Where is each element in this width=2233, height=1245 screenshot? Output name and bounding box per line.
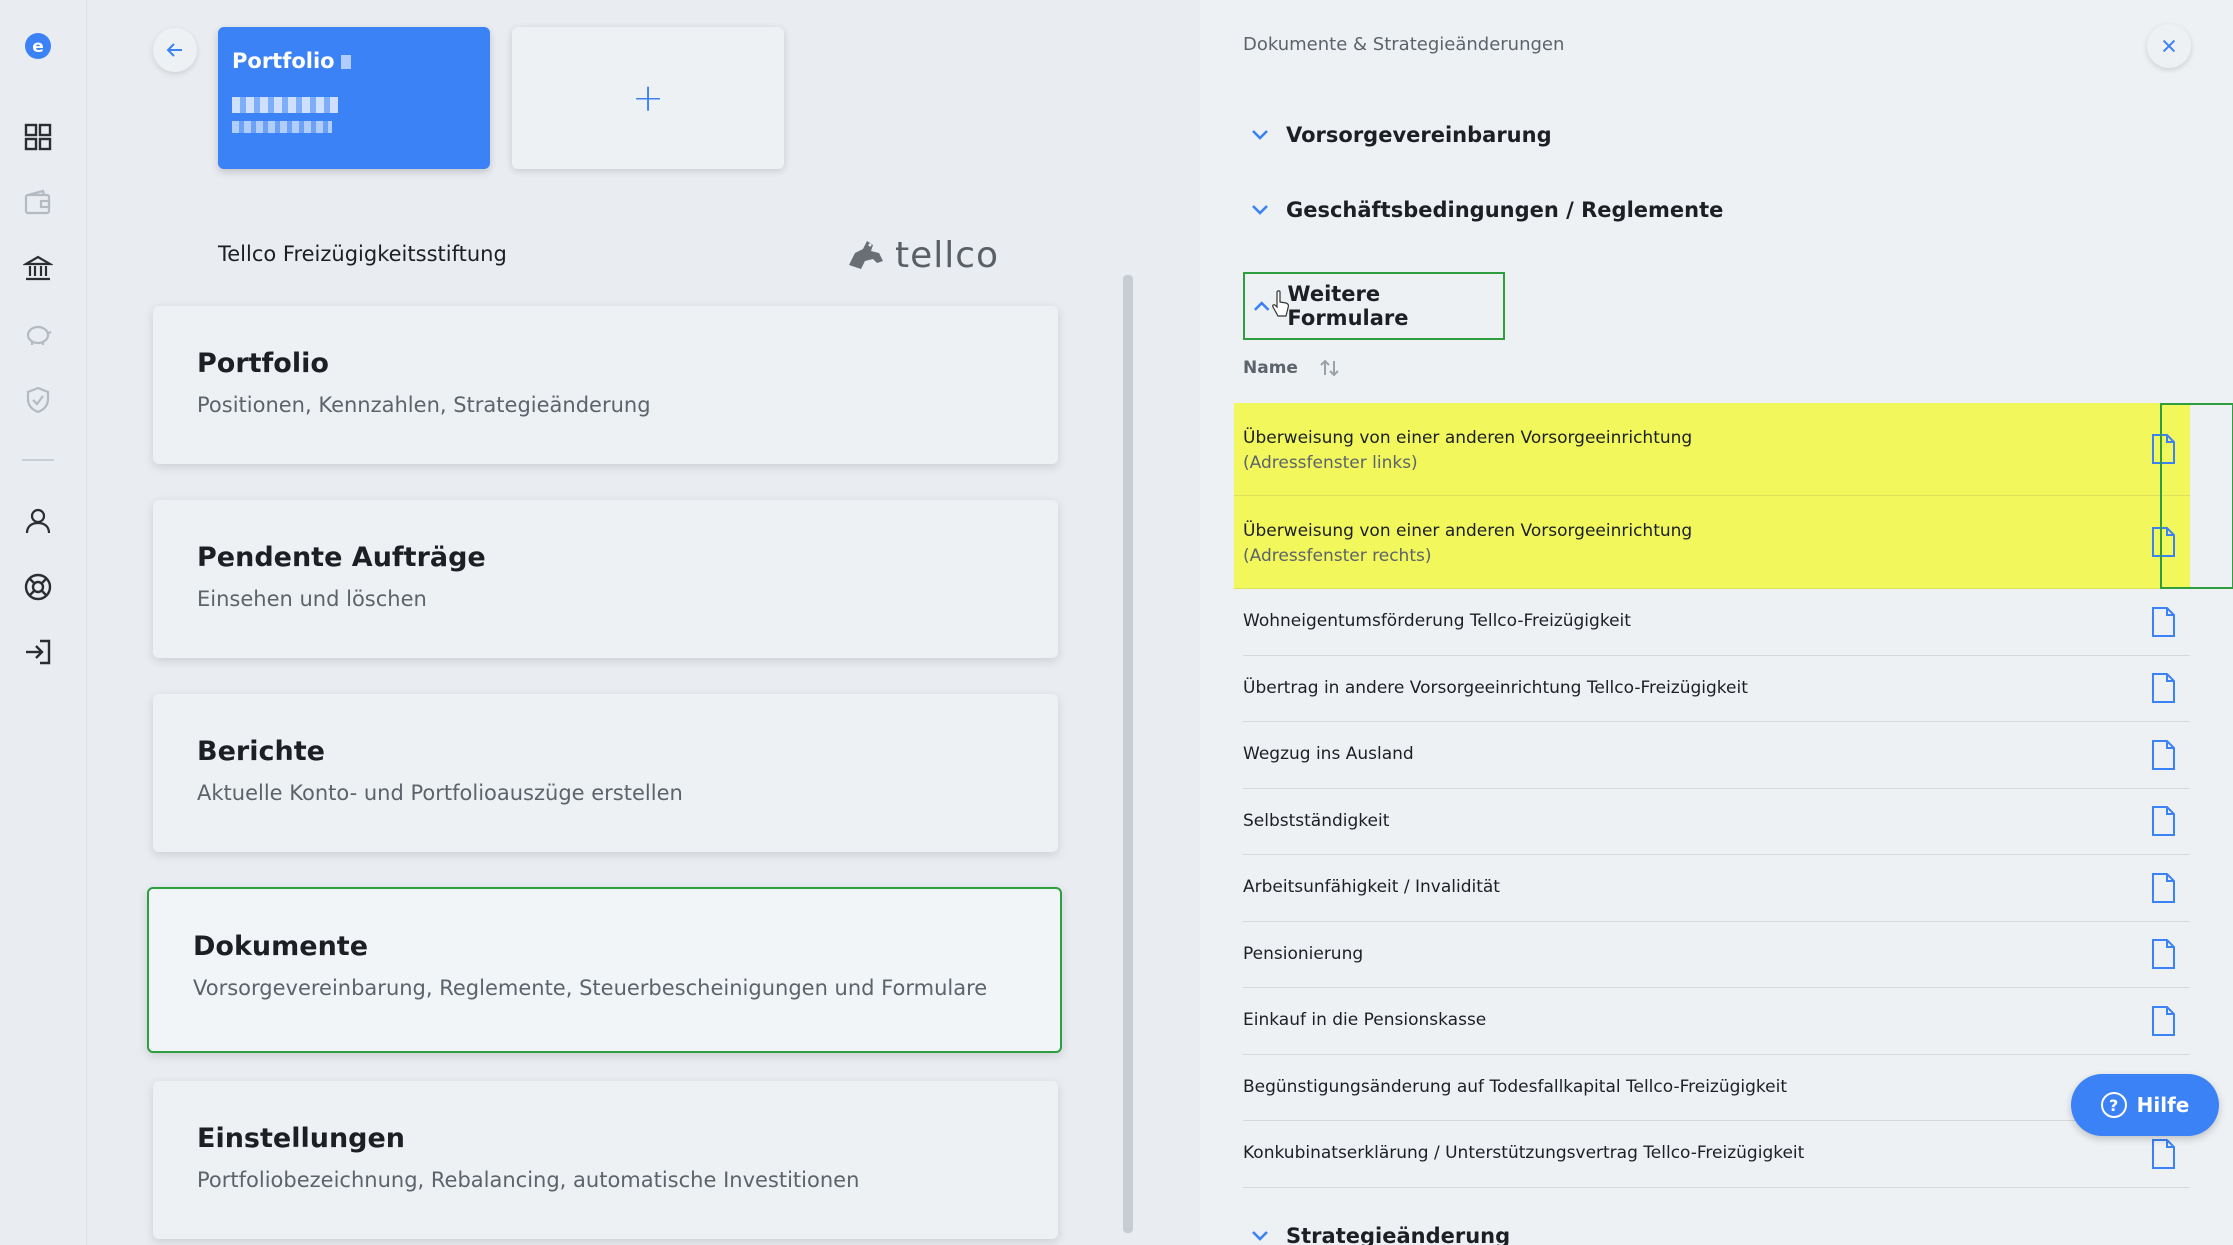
help-label: Hilfe xyxy=(2136,1093,2190,1117)
document-icon[interactable] xyxy=(2148,1005,2178,1037)
nav-rail: e xyxy=(0,0,87,1245)
document-title: Übertrag in andere Vorsorgeeinrichtung T… xyxy=(1243,677,1748,698)
document-title: Selbstständigkeit xyxy=(1243,810,1390,831)
shield-check-icon[interactable] xyxy=(18,380,58,420)
back-button[interactable] xyxy=(153,28,197,72)
plus-icon: + xyxy=(632,76,664,120)
chevron-down-icon xyxy=(1252,1231,1268,1241)
document-icon[interactable] xyxy=(2148,1138,2178,1170)
document-title: Wohneigentumsförderung Tellco-Freizügigk… xyxy=(1243,611,1631,632)
redacted-balance xyxy=(232,97,338,113)
document-icon[interactable] xyxy=(2148,672,2178,704)
lifebuoy-icon[interactable] xyxy=(18,567,58,607)
document-title: Konkubinatserklärung / Unterstützungsver… xyxy=(1243,1143,1805,1164)
sort-header-name[interactable]: Name xyxy=(1243,356,1342,380)
close-button[interactable] xyxy=(2147,24,2191,68)
portfolio-card[interactable]: Portfolio xyxy=(218,27,490,169)
chevron-down-icon xyxy=(1252,205,1268,215)
document-row[interactable]: Konkubinatserklärung / Unterstützungsver… xyxy=(1243,1121,2190,1188)
menu-card-title: Dokumente xyxy=(193,931,369,962)
document-icon[interactable] xyxy=(2148,872,2178,904)
section-label: Geschäftsbedingungen / Reglemente xyxy=(1286,198,1724,222)
menu-card-subtitle: Einsehen und löschen xyxy=(197,587,427,611)
portfolio-overview: Portfolio + Tellco Freizügigkeitsstiftun… xyxy=(88,0,1198,1245)
document-row[interactable]: Wegzug ins Ausland xyxy=(1243,722,2190,789)
tellco-horse-icon xyxy=(849,241,883,269)
tellco-logo: tellco xyxy=(843,232,999,278)
document-subtitle: (Adressfenster rechts) xyxy=(1243,545,1432,566)
document-row[interactable]: Begünstigungsänderung auf Todesfallkapit… xyxy=(1243,1055,2190,1121)
menu-card-title: Pendente Aufträge xyxy=(197,542,486,573)
menu-card-reports[interactable]: Berichte Aktuelle Konto- und Portfolioau… xyxy=(153,694,1058,852)
redacted-performance xyxy=(232,121,332,133)
section-label: Weitere Formulare xyxy=(1287,282,1409,330)
piggy-bank-icon[interactable] xyxy=(18,314,58,354)
hand-cursor-icon xyxy=(1272,290,1289,317)
document-title: Einkauf in die Pensionskasse xyxy=(1243,1010,1487,1031)
document-row[interactable]: Übertrag in andere Vorsorgeeinrichtung T… xyxy=(1243,656,2190,722)
menu-card-title: Einstellungen xyxy=(197,1123,406,1154)
wallet-icon[interactable] xyxy=(18,183,58,223)
document-row[interactable]: Wohneigentumsförderung Tellco-Freizügigk… xyxy=(1243,589,2190,656)
sort-icon xyxy=(1320,359,1339,377)
user-icon[interactable] xyxy=(18,501,58,541)
documents-panel: Dokumente & Strategieänderungen Vorsorge… xyxy=(1200,0,2233,1245)
document-row[interactable]: Überweisung von einer anderen Vorsorgeei… xyxy=(1234,403,2190,496)
document-title: Pensionierung xyxy=(1243,943,1364,964)
panel-title: Dokumente & Strategieänderungen xyxy=(1243,34,1565,55)
document-row[interactable]: Einkauf in die Pensionskasse xyxy=(1243,988,2190,1055)
close-icon xyxy=(2162,39,2176,53)
menu-card-subtitle: Vorsorgevereinbarung, Reglemente, Steuer… xyxy=(193,976,988,1000)
section-label: Vorsorgevereinbarung xyxy=(1286,123,1552,147)
help-button[interactable]: ? Hilfe xyxy=(2071,1074,2219,1136)
menu-card-settings[interactable]: Einstellungen Portfoliobezeichnung, Reba… xyxy=(153,1081,1058,1239)
arrow-left-icon xyxy=(166,43,182,57)
document-icon[interactable] xyxy=(2148,739,2178,771)
document-title: Arbeitsunfähigkeit / Invalidität xyxy=(1243,877,1500,898)
question-icon: ? xyxy=(2100,1092,2127,1118)
menu-card-portfolio[interactable]: Portfolio Positionen, Kennzahlen, Strate… xyxy=(153,306,1058,464)
document-icon[interactable] xyxy=(2148,433,2178,465)
dashboard-icon[interactable] xyxy=(18,117,58,157)
section-label: Strategieänderung xyxy=(1286,1224,1511,1245)
add-portfolio-button[interactable]: + xyxy=(512,27,784,169)
app-logo-icon[interactable]: e xyxy=(18,26,58,66)
scrollbar[interactable] xyxy=(1123,275,1133,1233)
document-icon[interactable] xyxy=(2148,938,2178,970)
section-vorsorgevereinbarung[interactable]: Vorsorgevereinbarung xyxy=(1248,123,1552,147)
portfolio-card-title: Portfolio xyxy=(232,49,335,73)
menu-card-documents[interactable]: Dokumente Vorsorgevereinbarung, Reglemen… xyxy=(147,887,1062,1053)
document-title: Begünstigungsänderung auf Todesfallkapit… xyxy=(1243,1076,1788,1097)
section-strategieaenderung[interactable]: Strategieänderung xyxy=(1248,1224,1510,1245)
document-icon[interactable] xyxy=(2148,606,2178,638)
chevron-down-icon xyxy=(1252,130,1268,140)
document-title: Wegzug ins Ausland xyxy=(1243,744,1414,765)
document-row[interactable]: Arbeitsunfähigkeit / Invalidität xyxy=(1243,855,2190,922)
provider-name: Tellco Freizügigkeitsstiftung xyxy=(218,242,507,266)
document-title: Überweisung von einer anderen Vorsorgeei… xyxy=(1243,521,1693,542)
menu-card-subtitle: Positionen, Kennzahlen, Strategieänderun… xyxy=(197,393,651,417)
svg-text:e: e xyxy=(32,37,44,57)
menu-card-title: Berichte xyxy=(197,736,325,767)
chevron-up-icon xyxy=(1253,301,1270,311)
document-icon[interactable] xyxy=(2148,805,2178,837)
document-list: Überweisung von einer anderen Vorsorgeei… xyxy=(1234,403,2233,1188)
document-title: Überweisung von einer anderen Vorsorgeei… xyxy=(1243,428,1693,449)
document-row[interactable]: Überweisung von einer anderen Vorsorgeei… xyxy=(1234,496,2190,589)
rail-divider xyxy=(22,459,54,461)
redacted-mark xyxy=(340,55,351,69)
bank-icon[interactable] xyxy=(18,248,58,288)
menu-card-pending-orders[interactable]: Pendente Aufträge Einsehen und löschen xyxy=(153,500,1058,658)
column-header: Name xyxy=(1243,358,1298,378)
logout-icon[interactable] xyxy=(18,632,58,672)
document-icon[interactable] xyxy=(2148,526,2178,558)
document-subtitle: (Adressfenster links) xyxy=(1243,452,1418,473)
menu-card-subtitle: Aktuelle Konto- und Portfolioauszüge ers… xyxy=(197,781,683,805)
menu-card-subtitle: Portfoliobezeichnung, Rebalancing, autom… xyxy=(197,1168,860,1192)
document-row[interactable]: Selbstständigkeit xyxy=(1243,789,2190,855)
document-row[interactable]: Pensionierung xyxy=(1243,922,2190,988)
menu-card-title: Portfolio xyxy=(197,348,329,379)
section-reglemente[interactable]: Geschäftsbedingungen / Reglemente xyxy=(1248,198,1723,222)
